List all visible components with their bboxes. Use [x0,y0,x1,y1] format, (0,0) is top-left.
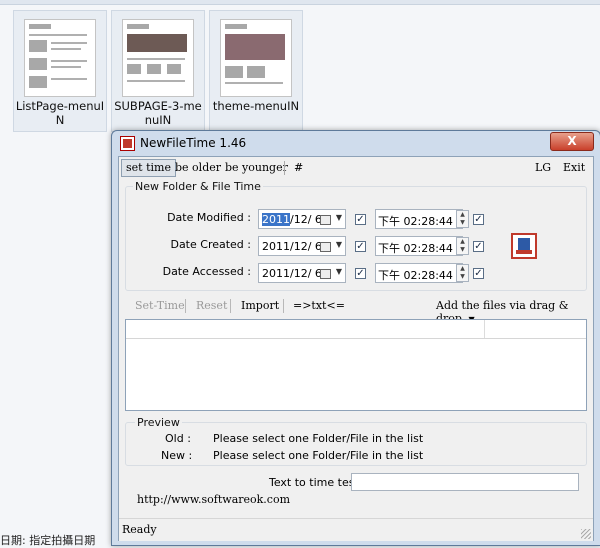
explorer-top-border [0,0,600,5]
toolbar-separator [283,299,284,313]
calendar-icon [320,242,331,252]
file-list-header[interactable] [126,320,586,339]
menu-separator [284,161,285,175]
thumbnail-caption: ListPage-menuIN [15,99,105,127]
menu-language[interactable]: LG [531,160,555,176]
thumbnail-image [122,19,194,97]
thumbnail-caption: SUBPAGE-3-menuIN [114,99,202,127]
date-accessed-date-picker[interactable]: 2011/12/ 6 ▼ [258,263,346,283]
thumbnail-image [220,19,292,97]
date-accessed-date-value: 2011/12/ 6 [262,267,322,280]
menu-hash[interactable]: # [290,160,307,176]
app-icon [120,136,135,151]
chevron-down-icon[interactable]: ▼ [336,240,342,249]
date-modified-time-value: 下午 02:28:44 [378,215,453,228]
date-accessed-time-value: 下午 02:28:44 [378,269,453,282]
menu-bar: set time be older be younger # LG Exit [119,157,593,179]
status-bar: Ready [119,518,593,541]
date-accessed-time-checkbox[interactable]: ✓ [473,268,484,279]
explorer-status-text: 日期: 指定拍攝日期 [0,534,96,547]
menu-be-older[interactable]: be older [171,160,225,176]
reset-button[interactable]: Reset [196,299,227,312]
date-created-time-spinner[interactable]: ▲ ▼ [456,237,469,255]
chevron-down-icon[interactable]: ▼ [336,213,342,222]
window-title: NewFileTime 1.46 [140,136,247,150]
menu-set-time[interactable]: set time [121,159,176,177]
time-group-title: New Folder & File Time [133,180,263,193]
thumbnail-item[interactable]: theme-menuIN [209,10,303,132]
title-bar[interactable]: NewFileTime 1.46 X [112,131,600,155]
thumbnail-image [24,19,96,97]
website-link[interactable]: http://www.softwareok.com [137,493,290,506]
date-accessed-time-spinner[interactable]: ▲ ▼ [456,264,469,282]
date-accessed-label: Date Accessed : [162,265,251,278]
column-divider[interactable] [484,320,485,338]
menu-exit[interactable]: Exit [559,160,589,176]
preview-old-value: Please select one Folder/File in the lis… [213,432,424,445]
file-list[interactable] [125,319,587,411]
date-created-date-picker[interactable]: 2011/12/ 6 ▼ [258,236,346,256]
toolbar-separator [185,299,186,313]
date-modified-date-rest: /12/ 6 [290,213,322,226]
preview-new-value: Please select one Folder/File in the lis… [213,449,424,462]
date-created-time-value: 下午 02:28:44 [378,242,453,255]
resize-grip[interactable] [581,529,591,539]
date-created-date-checkbox[interactable]: ✓ [355,241,366,252]
menu-be-younger[interactable]: be younger [221,160,292,176]
set-time-button[interactable]: Set-Time [135,299,185,312]
thumbnail-item[interactable]: ListPage-menuIN [13,10,107,132]
date-modified-time-checkbox[interactable]: ✓ [473,214,484,225]
client-area: set time be older be younger # LG Exit N… [118,156,594,541]
preview-new-label: New : [161,449,193,462]
preview-title: Preview [135,416,182,429]
txt-button[interactable]: =>txt<= [293,299,345,312]
file-toolbar: Set-Time Reset Import =>txt<= Add the fi… [119,296,593,325]
import-button[interactable]: Import [241,299,279,312]
newfiletime-window: NewFileTime 1.46 X set time be older be … [111,130,600,546]
thumbnail-item[interactable]: SUBPAGE-3-menuIN [111,10,205,132]
toolbar-separator [230,299,231,313]
apply-time-icon[interactable] [511,233,537,259]
date-created-time-checkbox[interactable]: ✓ [473,241,484,252]
text-to-time-input[interactable] [351,473,579,491]
date-modified-date-picker[interactable]: 2011/12/ 6 ▼ [258,209,346,229]
preview-old-label: Old : [165,432,191,445]
date-modified-date-checkbox[interactable]: ✓ [355,214,366,225]
date-created-time-field[interactable]: 下午 02:28:44 [375,236,463,256]
status-text: Ready [122,523,157,536]
date-modified-label: Date Modified : [167,211,251,224]
chevron-down-icon[interactable]: ▼ [336,267,342,276]
date-modified-time-field[interactable]: 下午 02:28:44 [375,209,463,229]
date-accessed-date-checkbox[interactable]: ✓ [355,268,366,279]
close-button[interactable]: X [550,132,594,151]
thumbnail-caption: theme-menuIN [212,99,300,113]
calendar-icon [320,269,331,279]
date-created-label: Date Created : [170,238,251,251]
date-created-date-value: 2011/12/ 6 [262,240,322,253]
calendar-icon [320,215,331,225]
date-modified-year-selected: 2011 [262,213,290,226]
date-modified-time-spinner[interactable]: ▲ ▼ [456,210,469,228]
date-accessed-time-field[interactable]: 下午 02:28:44 [375,263,463,283]
